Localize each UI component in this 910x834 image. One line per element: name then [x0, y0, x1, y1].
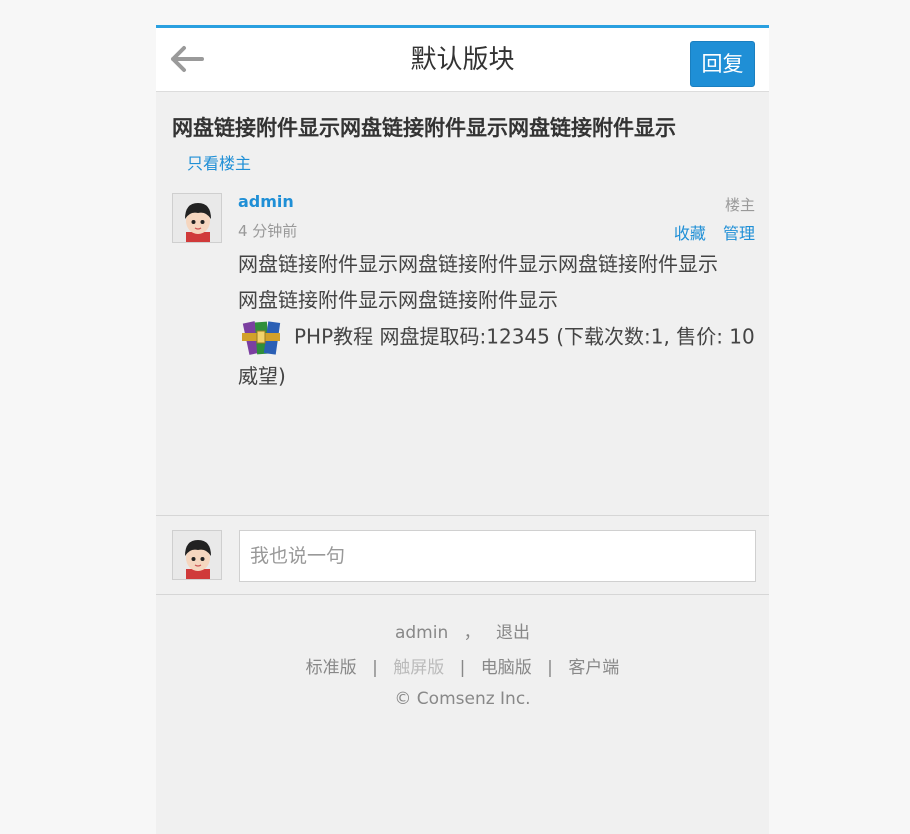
header: 默认版块 回复: [156, 28, 769, 92]
comment-bar: 我也说一句: [156, 515, 769, 595]
user-avatar-icon: [173, 531, 221, 579]
post-line: 网盘链接附件显示网盘链接附件显示: [238, 288, 558, 312]
post-time: 4 分钟前: [238, 222, 298, 240]
comment-input[interactable]: 我也说一句: [239, 530, 756, 582]
avatar: [172, 530, 222, 580]
manage-link[interactable]: 管理: [723, 224, 755, 243]
post-floor: 楼主: [724, 196, 755, 214]
attachment-text: PHP教程 网盘提取码:12345 (下载次数:1, 售价: 10威望): [238, 324, 755, 389]
footer-username[interactable]: admin: [395, 623, 448, 643]
footer-links: 标准版 | 触屏版 | 电脑版 | 客户端: [305, 658, 620, 678]
logout-link[interactable]: 退出: [496, 623, 530, 643]
post-line: 网盘链接附件显示网盘链接附件显示网盘链接附件显示: [238, 252, 718, 276]
footer-link-touch[interactable]: 触屏版: [393, 658, 444, 678]
post-author[interactable]: admin: [238, 192, 294, 211]
user-avatar-icon: [173, 194, 221, 242]
only-author-link[interactable]: 只看楼主: [187, 150, 251, 174]
mobile-page: 默认版块 回复 网盘链接附件显示网盘链接附件显示网盘链接附件显示 只看楼主 ad…: [156, 25, 769, 834]
footer-link-pc[interactable]: 电脑版: [481, 658, 532, 678]
page-title: 默认版块: [410, 45, 515, 75]
footer-user-row: admin ， 退出: [394, 623, 531, 643]
copyright: © Comsenz Inc.: [394, 689, 531, 709]
avatar[interactable]: [172, 193, 222, 243]
rar-archive-icon: [238, 318, 284, 358]
post-content: 网盘链接附件显示网盘链接附件显示网盘链接附件显示 网盘链接附件显示网盘链接附件显…: [238, 246, 758, 394]
attachment-row[interactable]: PHP教程 网盘提取码:12345 (下载次数:1, 售价: 10威望): [238, 318, 758, 394]
reply-button[interactable]: 回复: [690, 41, 755, 87]
thread-title: 网盘链接附件显示网盘链接附件显示网盘链接附件显示: [172, 116, 676, 140]
post-actions: 收藏 管理: [662, 220, 755, 244]
footer-link-client[interactable]: 客户端: [568, 658, 619, 678]
footer-link-standard[interactable]: 标准版: [306, 658, 357, 678]
favorite-link[interactable]: 收藏: [674, 224, 706, 243]
